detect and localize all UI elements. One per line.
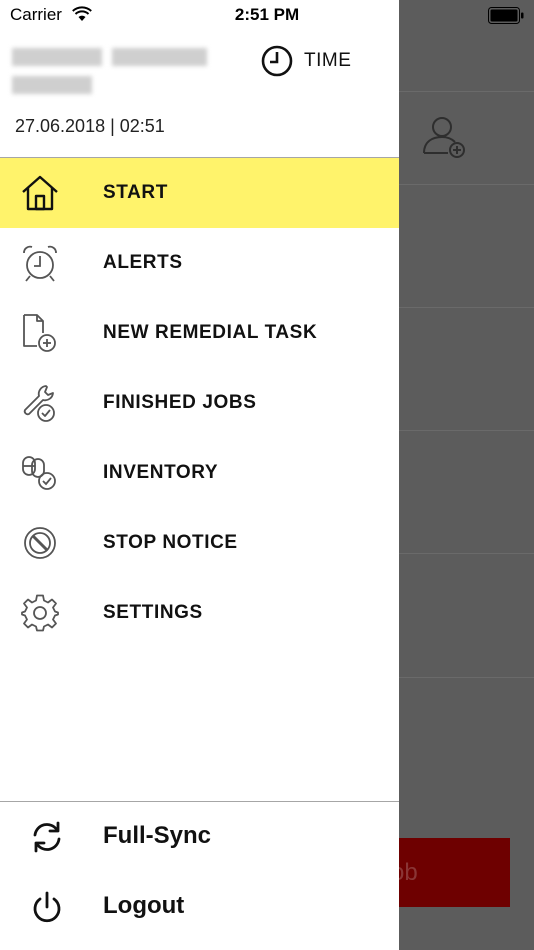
- background-divider: [399, 91, 534, 92]
- inventory-check-icon: [22, 456, 56, 490]
- gear-icon: [21, 594, 59, 632]
- background-divider: [399, 184, 534, 185]
- menu-item-start[interactable]: START: [0, 158, 399, 228]
- menu-item-finished-jobs[interactable]: FINISHED JOBS: [0, 368, 399, 438]
- main-menu: START ALERTS NEW REMEDIAL TASK FINISHED …: [0, 158, 399, 648]
- menu-item-inventory[interactable]: INVENTORY: [0, 438, 399, 508]
- menu-item-settings[interactable]: SETTINGS: [0, 578, 399, 648]
- navigation-drawer: TIME 27.06.2018 | 02:51 START ALERTS NEW…: [0, 0, 399, 950]
- home-icon: [22, 175, 58, 211]
- full-sync-button[interactable]: Full-Sync: [0, 802, 399, 872]
- add-user-icon[interactable]: [420, 113, 470, 163]
- power-icon: [33, 891, 61, 923]
- menu-item-new-remedial-task[interactable]: NEW REMEDIAL TASK: [0, 298, 399, 368]
- alarm-clock-icon: [23, 245, 57, 282]
- battery-icon: [488, 7, 524, 24]
- clock-icon: [261, 45, 293, 77]
- menu-item-label: SETTINGS: [103, 602, 203, 623]
- menu-item-label: START: [103, 182, 168, 203]
- add-document-icon: [23, 314, 56, 352]
- complete-job-label: ete Job: [399, 859, 418, 886]
- sync-icon: [33, 821, 61, 853]
- menu-item-alerts[interactable]: ALERTS: [0, 228, 399, 298]
- wrench-check-icon: [23, 385, 55, 422]
- menu-item-label: NEW REMEDIAL TASK: [103, 322, 318, 343]
- time-button-label: TIME: [304, 50, 352, 71]
- status-bar: Carrier 2:51 PM: [0, 0, 534, 30]
- time-button[interactable]: TIME: [260, 42, 351, 80]
- menu-item-label: ALERTS: [103, 252, 183, 273]
- background-divider: [399, 307, 534, 308]
- logout-button[interactable]: Logout: [0, 872, 399, 942]
- stop-sign-icon: [24, 527, 56, 559]
- menu-item-label: FINISHED JOBS: [103, 392, 257, 413]
- menu-item-label: STOP NOTICE: [103, 532, 238, 553]
- menu-item-stop-notice[interactable]: STOP NOTICE: [0, 508, 399, 578]
- full-sync-label: Full-Sync: [103, 822, 212, 849]
- menu-item-label: INVENTORY: [103, 462, 219, 483]
- logout-label: Logout: [103, 892, 185, 919]
- status-time: 2:51 PM: [234, 5, 300, 24]
- background-divider: [399, 553, 534, 554]
- user-name-redacted: [12, 46, 222, 98]
- current-datetime: 27.06.2018 | 02:51: [15, 116, 165, 136]
- background-divider: [399, 677, 534, 678]
- complete-job-button: ete Job: [399, 838, 510, 907]
- background-divider: [399, 430, 534, 431]
